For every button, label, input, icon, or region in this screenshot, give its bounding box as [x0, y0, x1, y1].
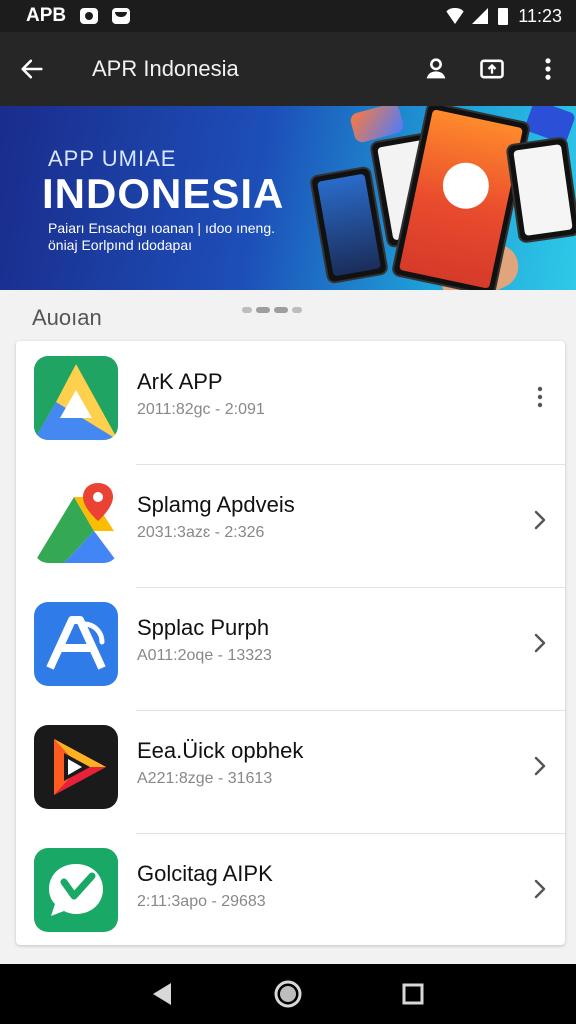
back-arrow-icon: [21, 59, 43, 79]
wifi-icon: [444, 8, 467, 24]
app-meta: A011:2oqe - 13323: [137, 647, 272, 664]
app-meta: 2031:3azɛ - 2:326: [137, 524, 265, 541]
banner-title: INDONESIA: [42, 170, 285, 217]
back-button[interactable]: [0, 32, 64, 106]
more-vert-icon: [537, 386, 543, 408]
carousel-dot[interactable]: [242, 307, 252, 313]
cast-icon: [480, 59, 504, 79]
open-button[interactable]: [523, 869, 557, 909]
notification-icon: [80, 8, 99, 24]
status-time: 11:23: [518, 5, 562, 26]
app-meta: 2:11:3apo - 29683: [137, 893, 266, 910]
section-label: Auoıan: [32, 305, 102, 330]
more-vert-icon: [545, 58, 551, 80]
carousel-indicator: [242, 307, 302, 313]
open-button[interactable]: [523, 746, 557, 786]
open-button[interactable]: [523, 623, 557, 663]
app-list: ArK APP 2011:82gc - 2:091 Splamg Apdveis…: [16, 341, 565, 945]
cast-button[interactable]: [464, 32, 520, 106]
more-options-button[interactable]: [523, 377, 557, 417]
chevron-right-icon: [534, 879, 546, 899]
app-name: ArK APP: [137, 369, 223, 394]
app-name: Eea.Üick opbhek: [137, 738, 304, 763]
play-triangle-icon: [34, 725, 118, 809]
phone-illustration: [505, 136, 576, 244]
app-bar: APR Indonesia: [0, 32, 576, 106]
maps-pin-icon: [34, 479, 118, 563]
banner-kicker: APP UMIAE: [48, 146, 177, 171]
battery-icon: [498, 7, 509, 25]
promo-banner[interactable]: APP UMIAE INDONESIA Paiarı Ensachgı ıoan…: [0, 106, 576, 290]
app-meta: 2011:82gc - 2:091: [137, 401, 265, 418]
system-nav-bar: [0, 964, 576, 1024]
nav-home-button[interactable]: [268, 974, 308, 1014]
recents-square-icon: [402, 983, 424, 1005]
signal-icon: [472, 8, 489, 24]
list-item[interactable]: Spplac Purph A011:2oqe - 13323: [16, 587, 565, 710]
app-name: Golcitag AIPK: [137, 861, 273, 886]
list-item[interactable]: Splamg Apdveis 2031:3azɛ - 2:326: [16, 464, 565, 587]
home-circle-icon: [274, 980, 302, 1008]
status-app-label: APB: [26, 5, 67, 26]
account-icon: [426, 58, 446, 79]
account-button[interactable]: [408, 32, 464, 106]
check-bubble-icon: [34, 848, 118, 932]
banner-description: Paiarı Ensachgı ıoanan | ıdoo ıneng. öni…: [48, 220, 276, 253]
list-item[interactable]: ArK APP 2011:82gc - 2:091: [16, 341, 565, 464]
app-name: Splamg Apdveis: [137, 492, 295, 517]
list-item[interactable]: Golcitag AIPK 2:11:3apo - 29683: [16, 833, 565, 956]
mail-notification-icon: [112, 8, 131, 24]
chevron-right-icon: [534, 510, 546, 530]
drive-triangle-icon: [34, 356, 118, 440]
status-bar: APB 11:23: [0, 0, 576, 32]
carousel-dot-active[interactable]: [256, 307, 270, 313]
letter-a-icon: [34, 602, 118, 686]
carousel-dot[interactable]: [274, 307, 288, 313]
list-item[interactable]: Eea.Üick opbhek A221:8zge - 31613: [16, 710, 565, 833]
more-options-button[interactable]: [520, 32, 576, 106]
chevron-right-icon: [534, 633, 546, 653]
nav-recents-button[interactable]: [393, 974, 433, 1014]
carousel-dot[interactable]: [292, 307, 302, 313]
page-title: APR Indonesia: [92, 56, 239, 81]
open-button[interactable]: [523, 500, 557, 540]
app-meta: A221:8zge - 31613: [137, 770, 273, 787]
nav-back-button[interactable]: [143, 974, 183, 1014]
back-triangle-icon: [152, 983, 171, 1005]
app-name: Spplac Purph: [137, 615, 270, 640]
chevron-right-icon: [534, 756, 546, 776]
